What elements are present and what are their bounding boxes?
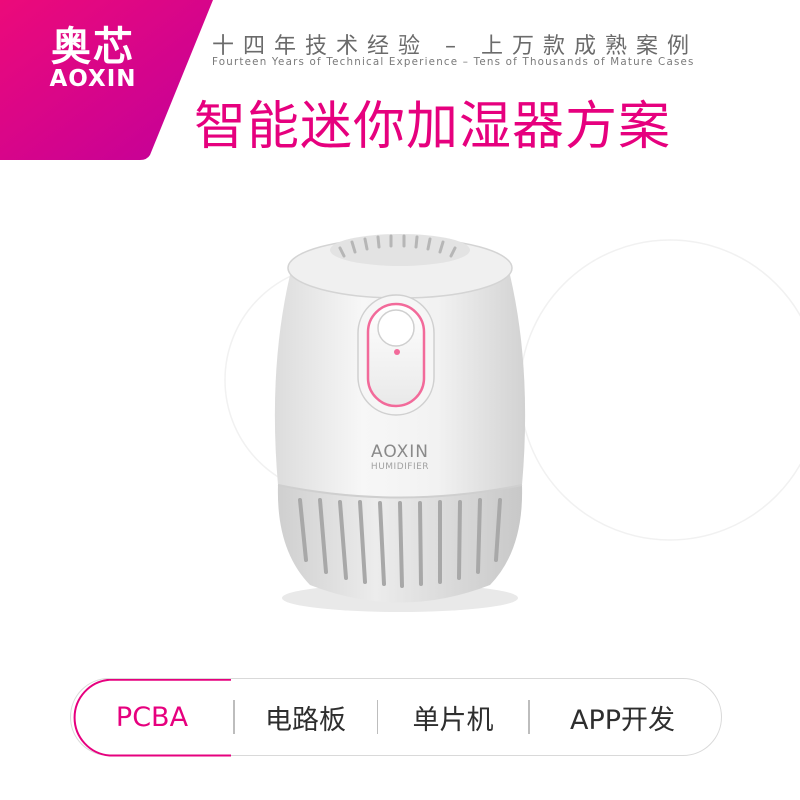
tab-app-development[interactable]: APP开发 [530, 698, 716, 737]
logo-name-en: AOXIN [49, 66, 137, 92]
tagline-en: Fourteen Years of Technical Experience –… [212, 56, 695, 68]
category-tab-bar: PCBA 电路板 单片机 APP开发 [70, 678, 722, 757]
logo-name-cn: 奥芯 [51, 24, 135, 70]
product-brand: AOXIN [370, 442, 429, 462]
humidifier-image [274, 234, 526, 612]
product-model: HUMIDIFIER [370, 462, 430, 472]
tab-mcu[interactable]: 单片机 [378, 698, 528, 737]
tab-pcba[interactable]: PCBA [71, 702, 233, 733]
tab-circuit-board[interactable]: 电路板 [235, 698, 377, 737]
page-title: 智能迷你加湿器方案 [194, 97, 672, 157]
